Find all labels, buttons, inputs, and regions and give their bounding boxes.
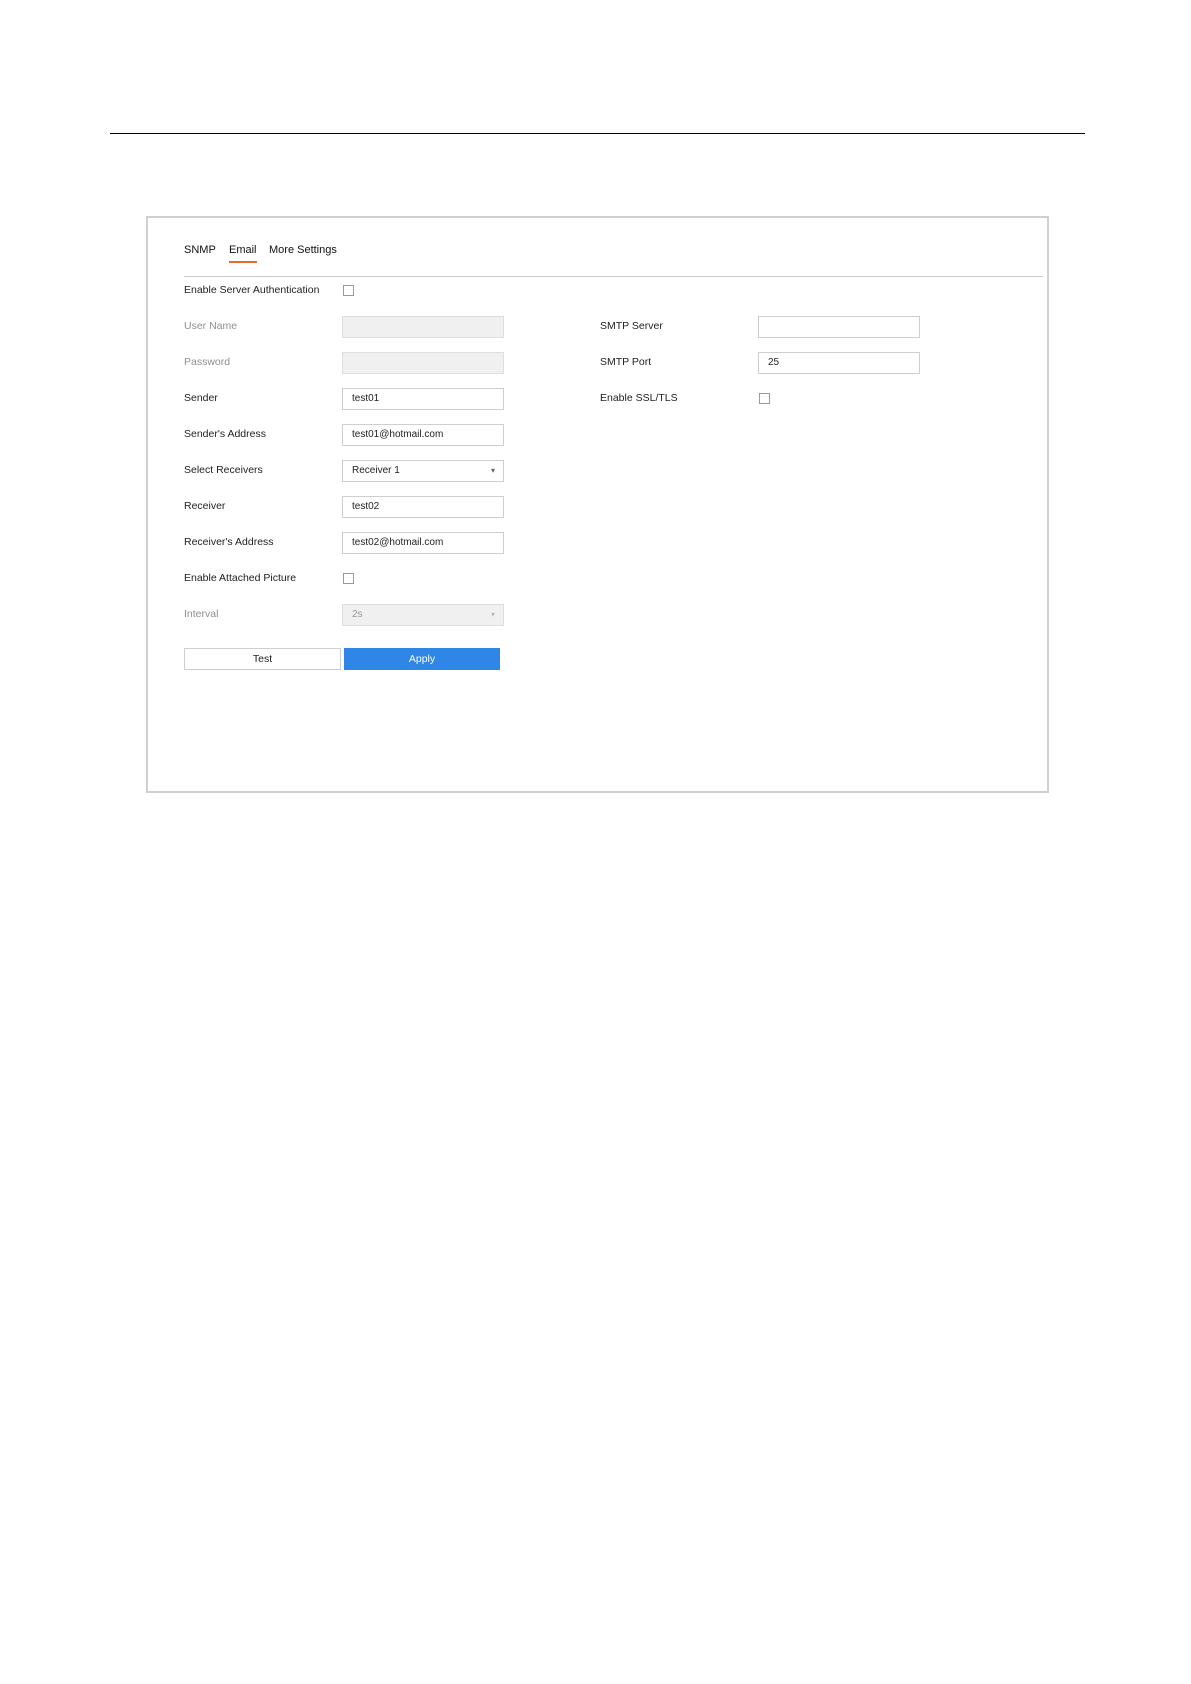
tab-bar: SNMP Email More Settings <box>184 240 1043 277</box>
senders-address-field[interactable]: test01@hotmail.com <box>342 424 504 446</box>
receiver-label: Receiver <box>184 500 226 512</box>
password-label: Password <box>184 356 231 368</box>
sender-field[interactable]: test01 <box>342 388 504 410</box>
tab-snmp[interactable]: SNMP <box>184 244 216 261</box>
password-field[interactable] <box>342 352 504 374</box>
enable-ssl-tls-checkbox[interactable] <box>759 393 770 404</box>
select-receivers-value: Receiver 1 <box>352 465 400 476</box>
select-receivers-label: Select Receivers <box>184 464 263 476</box>
receiver-field[interactable]: test02 <box>342 496 504 518</box>
enable-server-auth-label: Enable Server Authentication <box>184 284 320 296</box>
tab-more-settings[interactable]: More Settings <box>269 244 337 261</box>
senders-address-label: Sender's Address <box>184 428 266 440</box>
enable-attached-picture-label: Enable Attached Picture <box>184 572 297 584</box>
enable-attached-picture-checkbox[interactable] <box>343 573 354 584</box>
chevron-down-icon: ▾ <box>490 466 495 475</box>
interval-value: 2s <box>352 609 363 620</box>
interval-label: Interval <box>184 608 219 620</box>
interval-dropdown[interactable]: 2s ▾ <box>342 604 504 626</box>
smtp-server-field[interactable] <box>758 316 920 338</box>
receivers-address-label: Receiver's Address <box>184 536 274 548</box>
tab-email[interactable]: Email <box>229 244 257 263</box>
sender-label: Sender <box>184 392 218 404</box>
enable-server-auth-checkbox[interactable] <box>343 285 354 296</box>
chevron-down-icon: ▾ <box>490 610 495 619</box>
user-name-field[interactable] <box>342 316 504 338</box>
receivers-address-field[interactable]: test02@hotmail.com <box>342 532 504 554</box>
select-receivers-dropdown[interactable]: Receiver 1 ▾ <box>342 460 504 482</box>
smtp-port-label: SMTP Port <box>600 356 652 368</box>
user-name-label: User Name <box>184 320 238 332</box>
email-settings-panel: SNMP Email More Settings Enable Server A… <box>146 216 1049 793</box>
enable-ssl-tls-label: Enable SSL/TLS <box>600 392 678 404</box>
apply-button[interactable]: Apply <box>344 648 500 670</box>
header-rule <box>110 133 1085 134</box>
smtp-port-field[interactable]: 25 <box>758 352 920 374</box>
smtp-server-label: SMTP Server <box>600 320 663 332</box>
test-button[interactable]: Test <box>184 648 341 670</box>
